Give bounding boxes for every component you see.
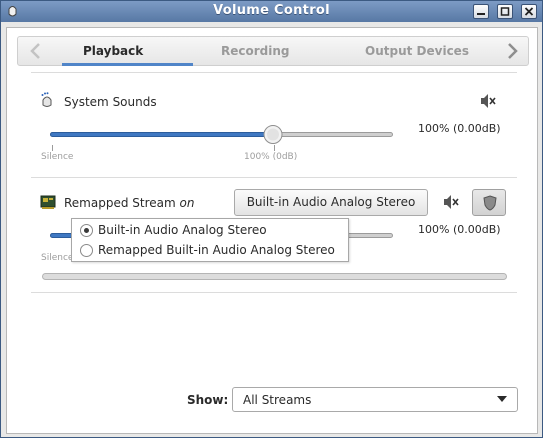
- lock-channels-button[interactable]: [472, 189, 506, 216]
- tick-label-silence: Silence: [41, 253, 74, 263]
- volume-slider-knob[interactable]: [263, 124, 283, 145]
- divider: [31, 72, 517, 73]
- stream-name: Remapped Stream on: [64, 196, 194, 210]
- system-sounds-icon: [41, 92, 52, 107]
- show-label: Show:: [187, 393, 229, 407]
- radio-selected[interactable]: [80, 224, 93, 237]
- device-popup-menu: Built-in Audio Analog Stereo Remapped Bu…: [71, 218, 349, 262]
- tick-label-silence: Silence: [41, 152, 74, 162]
- tab-recording[interactable]: Recording: [221, 44, 290, 58]
- sound-card-icon: [40, 195, 56, 209]
- tab-playback[interactable]: Playback: [83, 44, 143, 58]
- active-tab-indicator: [62, 63, 193, 66]
- close-button[interactable]: [521, 4, 537, 19]
- tick-mark: [274, 145, 275, 151]
- shield-icon: [483, 195, 497, 211]
- output-device-button[interactable]: Built-in Audio Analog Stereo: [234, 189, 428, 216]
- divider: [31, 292, 517, 293]
- stream-name: System Sounds: [64, 95, 157, 109]
- dropdown-value: All Streams: [243, 393, 312, 407]
- speaker-mute-icon[interactable]: [479, 93, 497, 109]
- main-panel: Playback Recording Output Devices System…: [6, 27, 538, 434]
- minimize-button[interactable]: [473, 4, 489, 19]
- tab-output-devices[interactable]: Output Devices: [365, 44, 469, 58]
- title-bar[interactable]: Volume Control: [1, 1, 542, 22]
- tab-bar: Playback Recording Output Devices: [17, 36, 529, 66]
- chevron-left-icon[interactable]: [28, 42, 44, 60]
- volume-slider-fill: [50, 132, 275, 137]
- chevron-right-icon[interactable]: [504, 42, 520, 60]
- stream-title: Remapped Stream: [64, 196, 176, 210]
- option-label: Built-in Audio Analog Stereo: [98, 223, 267, 237]
- radio-unselected[interactable]: [80, 244, 93, 257]
- tick-label-100: 100% (0dB): [244, 152, 298, 162]
- volume-level: 100% (0.00dB): [418, 122, 501, 135]
- stream-status: on: [179, 196, 195, 210]
- window-title: Volume Control: [213, 3, 330, 18]
- horizontal-scrollbar[interactable]: [42, 273, 507, 280]
- dropdown-arrow-icon: [497, 396, 507, 402]
- maximize-button[interactable]: [497, 4, 513, 19]
- show-streams-dropdown[interactable]: All Streams: [232, 387, 518, 412]
- volume-level: 100% (0.00dB): [418, 223, 501, 236]
- speaker-mute-icon[interactable]: [442, 194, 460, 210]
- tick-mark: [52, 145, 53, 151]
- volume-control-window: Volume Control Playback Recording Output…: [0, 0, 543, 438]
- divider: [31, 177, 517, 178]
- option-label: Remapped Built-in Audio Analog Stereo: [98, 243, 335, 257]
